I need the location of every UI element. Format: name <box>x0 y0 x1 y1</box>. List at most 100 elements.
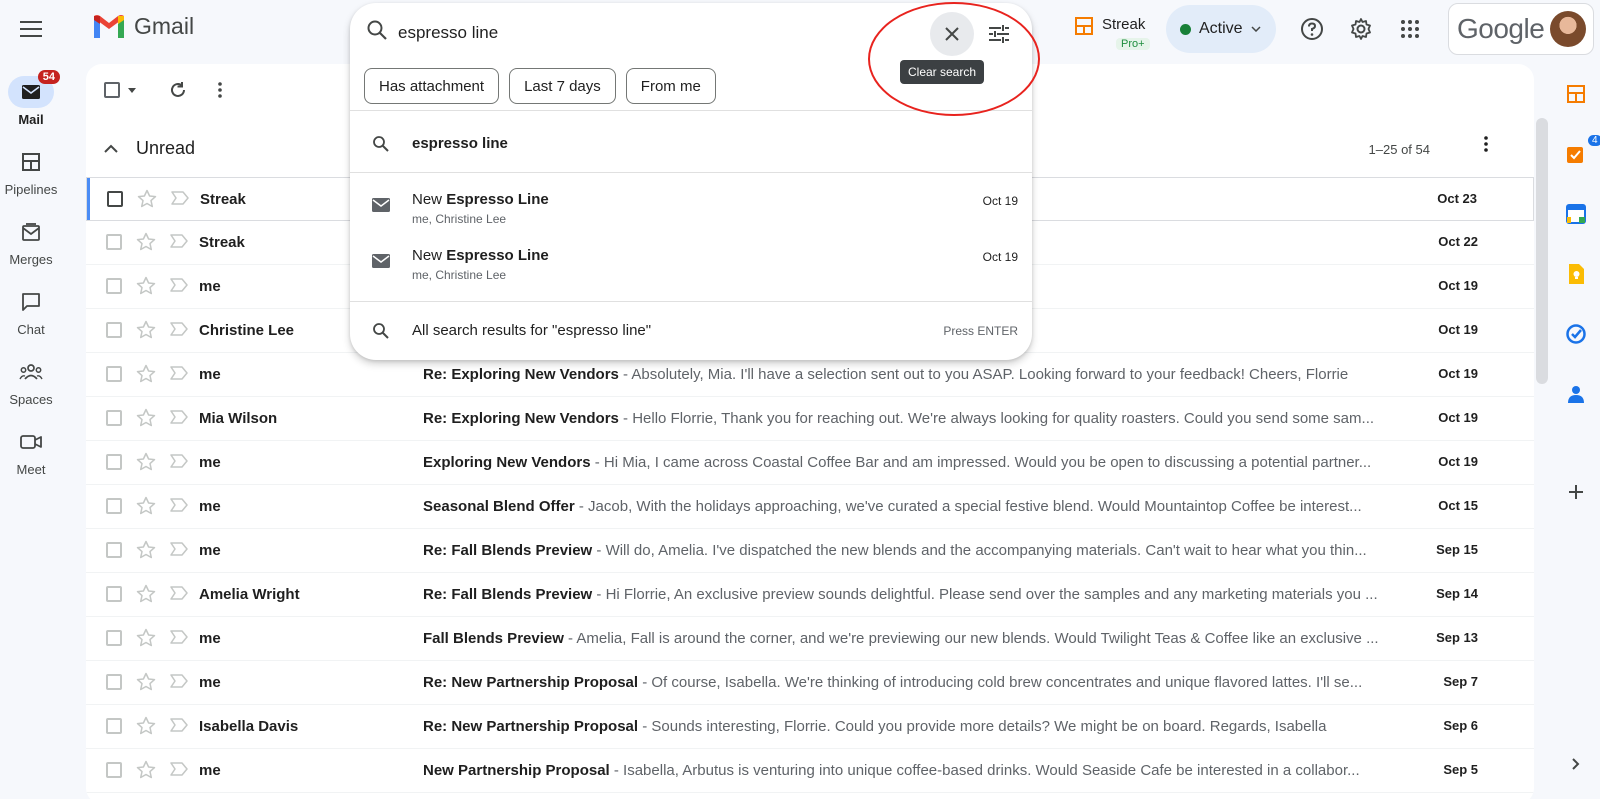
streak-icon <box>1075 17 1093 35</box>
star-icon[interactable] <box>136 408 156 428</box>
email-row[interactable]: me Fall Blends Preview - Amelia, Fall is… <box>86 617 1534 661</box>
row-checkbox[interactable] <box>106 498 122 514</box>
row-checkbox[interactable] <box>106 366 122 382</box>
rail-label-pipelines: Pipelines <box>4 182 58 197</box>
star-icon[interactable] <box>136 716 156 736</box>
email-row[interactable]: me Re: New Partnership Proposal - Of cou… <box>86 661 1534 705</box>
streak-button[interactable]: Streak Pro+ <box>1074 16 1150 52</box>
chip-has-attachment[interactable]: Has attachment <box>364 68 500 104</box>
email-row[interactable]: me Seasonal Blend Offer - Jacob, With th… <box>86 485 1534 529</box>
row-checkbox[interactable] <box>106 674 122 690</box>
importance-marker-icon[interactable] <box>170 497 188 513</box>
search-result-item[interactable]: New Espresso Line me, Christine Lee Oct … <box>350 239 1032 294</box>
importance-marker-icon[interactable] <box>170 761 188 777</box>
importance-marker-icon[interactable] <box>170 321 188 337</box>
all-search-results[interactable]: All search results for "espresso line" P… <box>350 302 1032 358</box>
tasks-streak-button[interactable] <box>1564 142 1588 166</box>
importance-marker-icon[interactable] <box>170 453 188 469</box>
row-checkbox[interactable] <box>106 322 122 338</box>
pipelines-icon <box>22 153 40 171</box>
row-checkbox[interactable] <box>106 718 122 734</box>
email-row[interactable]: Mia Wilson Re: Exploring New Vendors - H… <box>86 397 1534 441</box>
query-suggestion[interactable]: espresso line <box>350 111 1032 173</box>
streak-panel-button[interactable] <box>1564 82 1588 106</box>
tasks-button[interactable] <box>1564 322 1588 346</box>
importance-marker-icon[interactable] <box>170 673 188 689</box>
settings-button[interactable] <box>1344 12 1378 46</box>
row-date: Sep 5 <box>1443 762 1478 777</box>
row-content: Exploring New Vendors - Hi Mia, I came a… <box>423 454 1491 471</box>
rail-item-chat[interactable]: Chat <box>0 286 62 356</box>
rail-item-meet[interactable]: Meet <box>0 426 62 496</box>
result-title-match: Espresso Line <box>446 191 549 208</box>
row-checkbox[interactable] <box>106 234 122 250</box>
row-checkbox[interactable] <box>106 630 122 646</box>
importance-marker-icon[interactable] <box>170 585 188 601</box>
more-actions-button[interactable] <box>206 76 234 104</box>
star-icon[interactable] <box>136 672 156 692</box>
importance-marker-icon[interactable] <box>170 409 188 425</box>
get-addons-button[interactable] <box>1564 480 1588 504</box>
rail-item-mail[interactable]: 54 Mail <box>0 70 62 146</box>
search-filter-chips: Has attachment Last 7 days From me <box>364 68 716 104</box>
row-checkbox[interactable] <box>106 762 122 778</box>
row-snippet: - Absolutely, Mia. I'll have a selection… <box>618 366 1349 383</box>
email-row[interactable]: me Exploring New Vendors - Hi Mia, I cam… <box>86 441 1534 485</box>
importance-marker-icon[interactable] <box>170 233 188 249</box>
search-icon[interactable] <box>366 19 388 41</box>
search-result-item[interactable]: New Espresso Line me, Christine Lee Oct … <box>350 183 1032 238</box>
importance-marker-icon[interactable] <box>170 541 188 557</box>
importance-marker-icon[interactable] <box>170 277 188 293</box>
star-icon[interactable] <box>136 540 156 560</box>
email-row[interactable]: me New Partnership Proposal - Isabella, … <box>86 749 1534 793</box>
row-sender: me <box>199 542 221 559</box>
show-side-panel-button[interactable] <box>1564 752 1588 776</box>
star-icon[interactable] <box>136 496 156 516</box>
row-checkbox[interactable] <box>106 542 122 558</box>
calendar-button[interactable] <box>1564 202 1588 226</box>
star-icon[interactable] <box>136 320 156 340</box>
account-button[interactable]: Google <box>1448 3 1594 55</box>
rail-item-merges[interactable]: Merges <box>0 216 62 286</box>
row-checkbox[interactable] <box>106 278 122 294</box>
star-icon[interactable] <box>136 584 156 604</box>
star-icon[interactable] <box>136 276 156 296</box>
star-icon[interactable] <box>136 452 156 472</box>
checklist-icon <box>1567 147 1583 163</box>
row-content: New Partnership Proposal - Isabella, Arb… <box>423 762 1491 779</box>
email-row[interactable]: Isabella Davis Re: New Partnership Propo… <box>86 705 1534 749</box>
star-icon[interactable] <box>136 232 156 252</box>
status-selector[interactable]: Active <box>1166 5 1276 53</box>
gmail-logo[interactable]: Gmail <box>92 13 194 40</box>
search-icon <box>373 136 389 152</box>
keep-button[interactable] <box>1564 262 1588 286</box>
select-all-checkbox[interactable] <box>104 76 144 104</box>
star-icon[interactable] <box>136 760 156 780</box>
row-checkbox[interactable] <box>106 586 122 602</box>
star-icon[interactable] <box>137 189 157 209</box>
main-menu-button[interactable] <box>14 12 48 46</box>
importance-marker-icon[interactable] <box>171 190 189 206</box>
rail-item-pipelines[interactable]: Pipelines <box>0 146 62 216</box>
chip-from-me[interactable]: From me <box>625 68 716 104</box>
refresh-button[interactable] <box>164 76 192 104</box>
section-options-button[interactable] <box>1484 136 1488 157</box>
support-button[interactable] <box>1295 12 1329 46</box>
star-icon[interactable] <box>136 364 156 384</box>
row-checkbox[interactable] <box>107 191 123 207</box>
row-checkbox[interactable] <box>106 454 122 470</box>
contacts-button[interactable] <box>1564 382 1588 406</box>
importance-marker-icon[interactable] <box>170 717 188 733</box>
rail-item-spaces[interactable]: Spaces <box>0 356 62 426</box>
importance-marker-icon[interactable] <box>170 365 188 381</box>
email-row[interactable]: Amelia Wright Re: Fall Blends Preview - … <box>86 573 1534 617</box>
email-row[interactable]: me Re: Fall Blends Preview - Will do, Am… <box>86 529 1534 573</box>
list-scrollbar[interactable] <box>1536 118 1548 384</box>
row-checkbox[interactable] <box>106 410 122 426</box>
star-icon[interactable] <box>136 628 156 648</box>
chip-last-7-days[interactable]: Last 7 days <box>509 68 616 104</box>
apps-button[interactable] <box>1393 12 1427 46</box>
search-input[interactable] <box>398 17 818 49</box>
importance-marker-icon[interactable] <box>170 629 188 645</box>
row-date: Oct 22 <box>1438 234 1478 249</box>
